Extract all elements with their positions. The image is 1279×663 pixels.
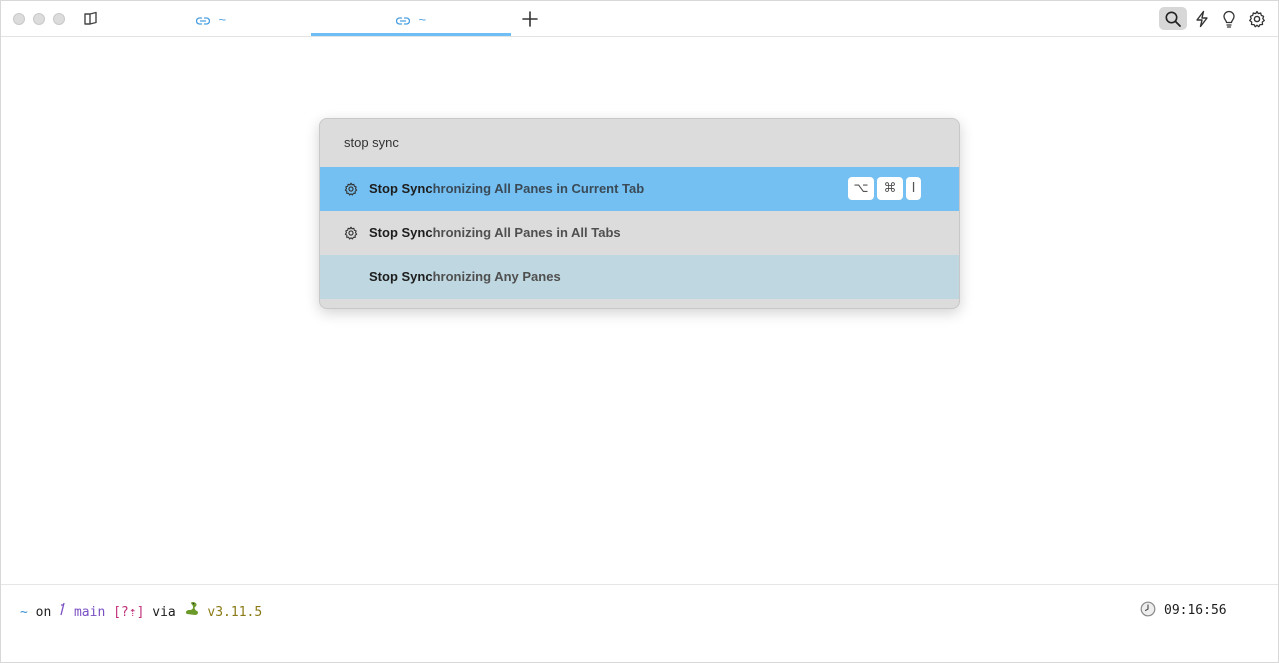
terminal-prompt-area[interactable]: ~ on main [?⇡] via v3.11.5 09:16:56 bbox=[1, 584, 1278, 663]
letter-key: I bbox=[906, 177, 921, 200]
maximize-window-button[interactable] bbox=[53, 13, 65, 25]
match-text: Stop Sync bbox=[369, 269, 433, 284]
gear-icon bbox=[344, 226, 358, 240]
rest-text: hronizing Any Panes bbox=[432, 269, 561, 284]
command-palette: Stop Synchronizing All Panes in Current … bbox=[319, 118, 960, 309]
python-version: v3.11.5 bbox=[207, 605, 263, 620]
prompt-directory: ~ bbox=[20, 605, 28, 620]
keyboard-shortcut: ⌥ ⌘ I bbox=[848, 177, 924, 200]
tab-label: ~ bbox=[418, 12, 427, 27]
command-result-item[interactable]: Stop Synchronizing Any Panes bbox=[320, 255, 959, 299]
tab-home[interactable]: ~ bbox=[111, 1, 311, 36]
clock-icon bbox=[1140, 601, 1164, 618]
git-status: [?⇡] bbox=[113, 605, 145, 620]
python-icon bbox=[184, 601, 200, 620]
command-key: ⌘ bbox=[877, 177, 903, 200]
command-label: Stop Synchronizing All Panes in All Tabs bbox=[369, 225, 621, 240]
command-label: Stop Synchronizing All Panes in Current … bbox=[369, 181, 644, 196]
rest-text: hronizing All Panes in Current Tab bbox=[432, 181, 645, 196]
title-bar: ~ ~ bbox=[1, 1, 1278, 37]
match-text: Stop Sync bbox=[369, 225, 433, 240]
minimize-window-button[interactable] bbox=[33, 13, 45, 25]
match-text: Stop Sync bbox=[369, 181, 433, 196]
prompt-on-text: on bbox=[35, 605, 52, 620]
link-icon bbox=[195, 12, 219, 27]
git-branch-name: main bbox=[73, 605, 106, 620]
search-icon[interactable] bbox=[1159, 7, 1187, 30]
gear-icon[interactable] bbox=[1243, 7, 1271, 30]
tab-home-active[interactable]: ~ bbox=[311, 1, 511, 36]
plus-icon[interactable] bbox=[520, 9, 540, 29]
lightning-bolt-icon[interactable] bbox=[1188, 7, 1216, 30]
prompt-clock: 09:16:56 bbox=[1140, 601, 1227, 618]
prompt-via-text: via bbox=[152, 605, 176, 620]
option-key: ⌥ bbox=[848, 177, 874, 200]
sidebar-toggle-icon[interactable] bbox=[82, 11, 100, 27]
git-branch-icon bbox=[59, 602, 66, 620]
link-icon bbox=[395, 12, 419, 27]
close-window-button[interactable] bbox=[13, 13, 25, 25]
shell-prompt: ~ on main [?⇡] via v3.11.5 bbox=[20, 601, 262, 620]
command-search-input[interactable] bbox=[320, 119, 959, 167]
lightbulb-icon[interactable] bbox=[1215, 7, 1243, 30]
time-text: 09:16:56 bbox=[1164, 603, 1227, 618]
command-result-item[interactable]: Stop Synchronizing All Panes in Current … bbox=[320, 167, 959, 211]
tab-label: ~ bbox=[218, 12, 227, 27]
terminal-window: ~ ~ stop sync Stop Synchronizing All Pan… bbox=[0, 0, 1279, 663]
gear-icon bbox=[344, 182, 358, 196]
command-result-item[interactable]: Stop Synchronizing All Panes in All Tabs bbox=[320, 211, 959, 255]
command-label: Stop Synchronizing Any Panes bbox=[369, 269, 561, 284]
rest-text: hronizing All Panes in All Tabs bbox=[432, 225, 621, 240]
